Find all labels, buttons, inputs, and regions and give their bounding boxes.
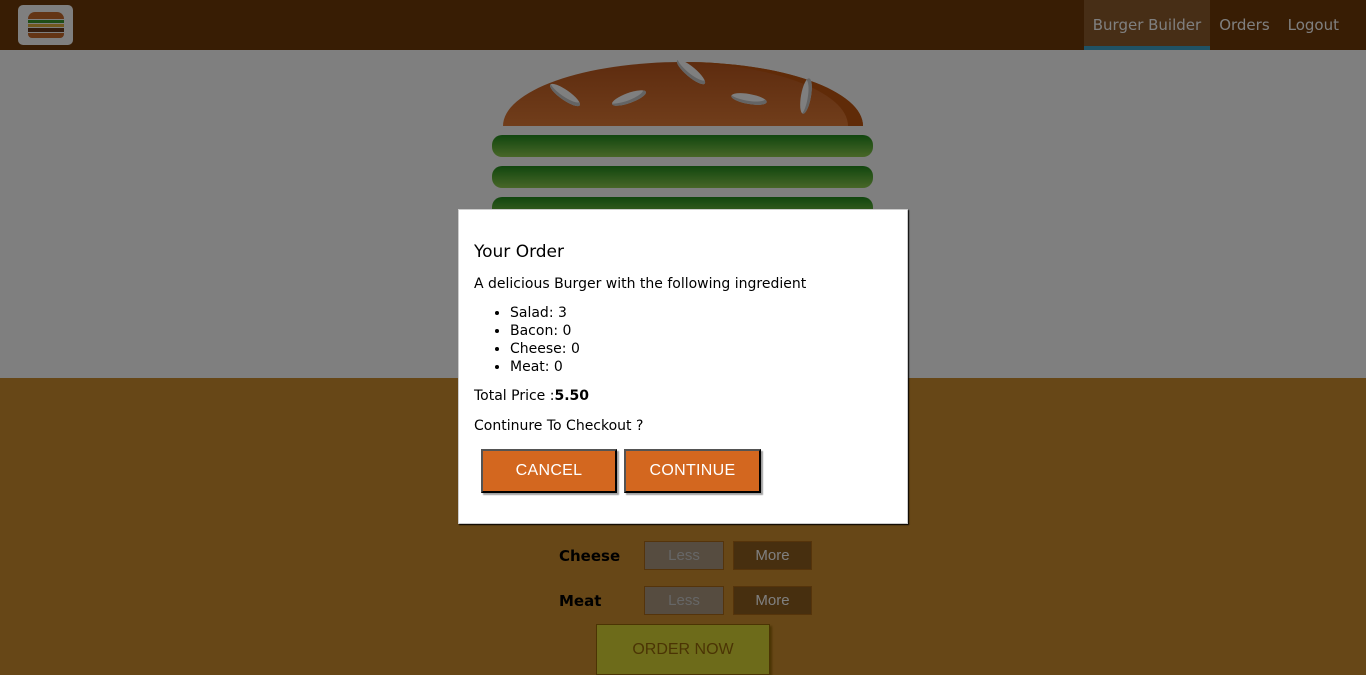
checkout-question: Continure To Checkout ?: [474, 418, 644, 434]
cancel-button[interactable]: CANCEL: [481, 449, 617, 493]
list-item: Salad: 3: [510, 304, 892, 322]
list-item: Bacon: 0: [510, 322, 892, 340]
modal-title: Your Order: [474, 242, 565, 262]
total-price-label: Total Price :: [474, 388, 555, 404]
total-price-value: 5.50: [554, 388, 590, 404]
continue-button[interactable]: CONTINUE: [624, 449, 761, 493]
modal-actions: CANCEL CONTINUE: [481, 449, 892, 493]
list-item: Cheese: 0: [510, 340, 892, 358]
order-summary-modal: Your Order A delicious Burger with the f…: [458, 209, 908, 524]
order-description: A delicious Burger with the following in…: [474, 276, 807, 292]
list-item: Meat: 0: [510, 358, 892, 376]
total-price: Total Price :5.50: [474, 388, 892, 404]
ingredient-list: Salad: 3 Bacon: 0 Cheese: 0 Meat: 0: [510, 304, 892, 376]
